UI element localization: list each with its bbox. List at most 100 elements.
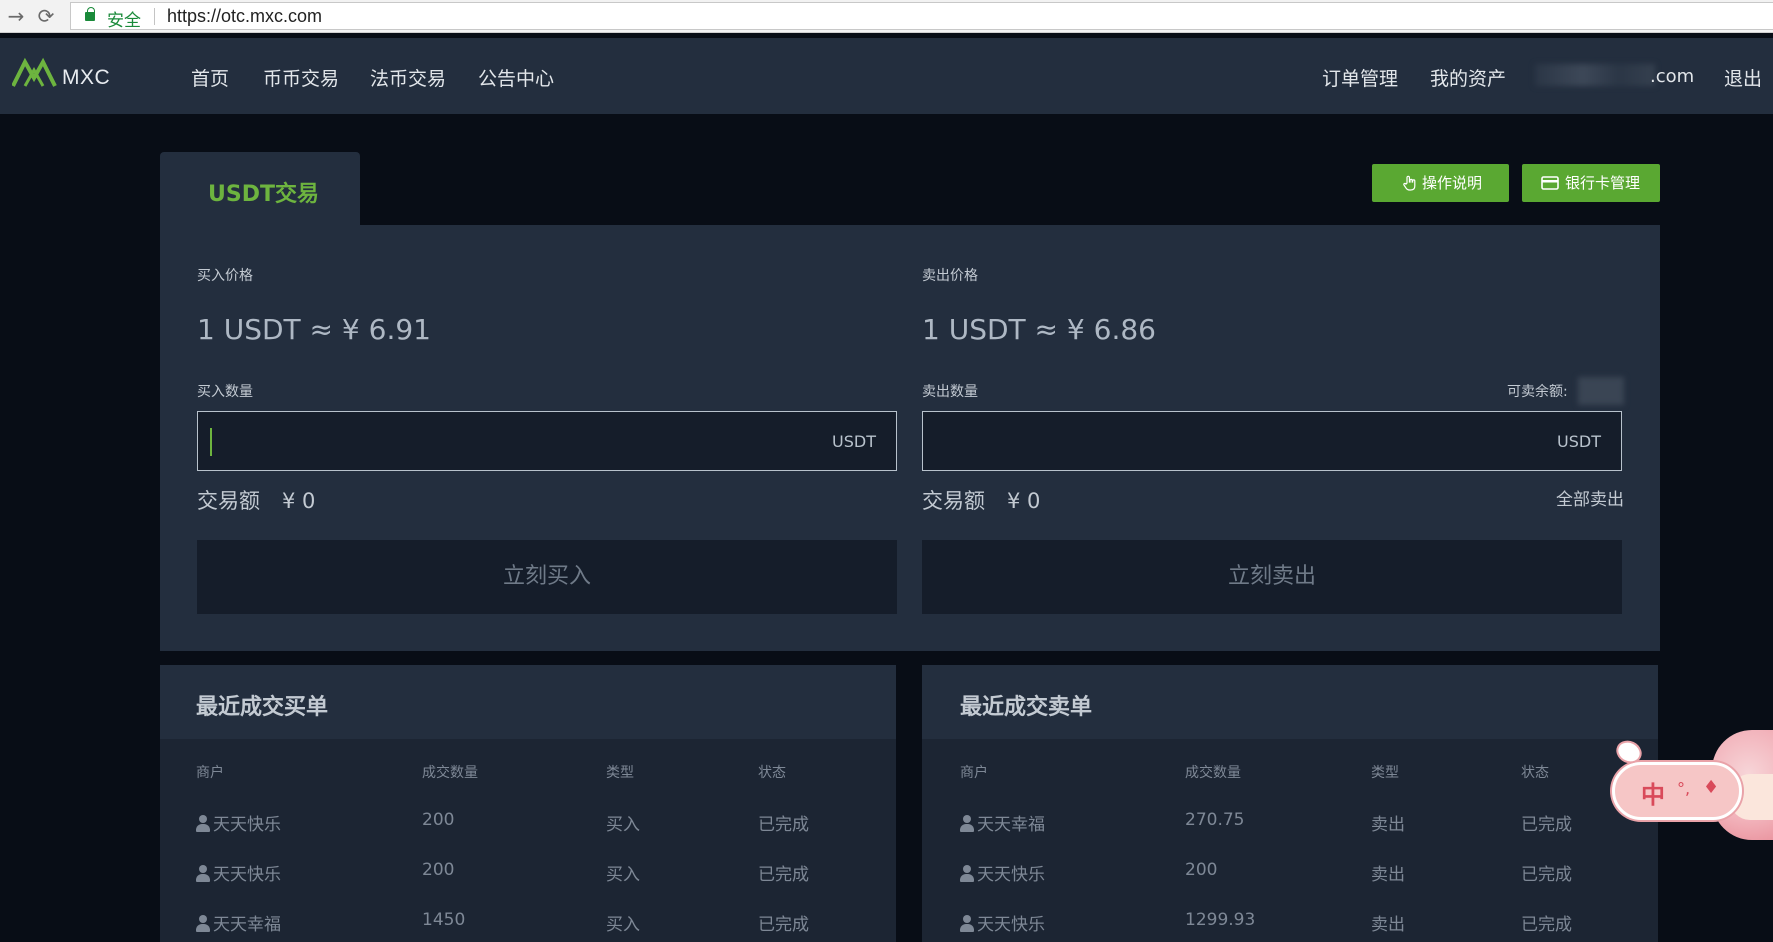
sell-price-value: 1 USDT ≈ ¥ 6.86	[922, 313, 1156, 346]
table-row: 天天快乐 200 卖出 已完成	[922, 860, 1658, 910]
status-cell: 已完成	[1521, 815, 1572, 835]
buy-qty-input[interactable]: USDT	[197, 411, 897, 471]
help-button[interactable]: 操作说明	[1372, 164, 1509, 202]
buy-qty-label: 买入数量	[197, 384, 253, 400]
address-bar[interactable]: 安全 https://otc.mxc.com	[70, 2, 1773, 31]
sell-qty-label: 卖出数量	[922, 384, 978, 400]
recent-buy-table: 商户 成交数量 类型 状态 天天快乐 200 买入 已完成 天天快乐 200 买…	[160, 739, 896, 942]
arrow-left-icon[interactable]: →	[4, 4, 28, 28]
buy-amount-label: 交易额	[197, 489, 260, 513]
qty-cell: 200	[1185, 860, 1218, 880]
tab-usdt-trade-label: USDT交易	[208, 182, 319, 207]
type-cell: 买入	[606, 865, 640, 885]
status-cell: 已完成	[1521, 915, 1572, 935]
help-button-label: 操作说明	[1422, 174, 1483, 192]
table-row: 天天幸福 1450 买入 已完成	[160, 910, 896, 942]
nav-coin-trade[interactable]: 币币交易	[263, 64, 339, 91]
qty-cell: 200	[422, 860, 455, 880]
buy-amount-value: ¥ 0	[282, 489, 316, 513]
col-qty: 成交数量	[1185, 765, 1241, 781]
recent-sell-table: 商户 成交数量 类型 状态 天天幸福 270.75 卖出 已完成 天天快乐 20…	[922, 739, 1658, 942]
merchant-cell: 天天幸福	[960, 810, 1045, 835]
merchant-cell: 天天幸福	[196, 910, 281, 935]
col-status: 状态	[758, 765, 786, 781]
account-email-suffix[interactable]: .com	[1650, 66, 1694, 87]
status-cell: 已完成	[758, 815, 809, 835]
secure-label: 安全	[107, 11, 141, 31]
table-row: 天天幸福 270.75 卖出 已完成	[922, 810, 1658, 860]
recent-buy-panel: 最近成交买单 商户 成交数量 类型 状态 天天快乐 200 买入 已完成 天天快…	[160, 665, 896, 942]
user-icon	[960, 865, 974, 882]
buy-price-label: 买入价格	[197, 268, 253, 284]
recent-sell-panel: 最近成交卖单 商户 成交数量 类型 状态 天天幸福 270.75 卖出 已完成 …	[922, 665, 1658, 942]
account-email-redacted[interactable]	[1535, 64, 1655, 86]
table-row: 天天快乐 1299.93 卖出 已完成	[922, 910, 1658, 942]
ime-mode-char: 中	[1641, 781, 1665, 809]
buy-now-button[interactable]: 立刻买入	[197, 540, 897, 614]
status-cell: 已完成	[1521, 865, 1572, 885]
mountain-logo-icon	[12, 57, 57, 87]
qty-cell: 1450	[422, 910, 466, 930]
recent-sell-title: 最近成交卖单	[960, 695, 1093, 720]
user-icon	[960, 915, 974, 932]
nav-announcements[interactable]: 公告中心	[478, 64, 554, 91]
sell-balance-label: 可卖余额:	[1507, 384, 1568, 400]
sell-all-link[interactable]: 全部卖出	[1556, 485, 1624, 510]
nav-logout[interactable]: 退出	[1724, 64, 1762, 91]
buy-price-value: 1 USDT ≈ ¥ 6.91	[197, 313, 431, 346]
bank-card-button-label: 银行卡管理	[1565, 174, 1641, 192]
merchant-cell: 天天快乐	[196, 860, 281, 885]
nav-fiat-trade[interactable]: 法币交易	[370, 64, 446, 91]
buy-amount: 交易额 ¥ 0	[197, 485, 315, 515]
col-merchant: 商户	[960, 765, 988, 781]
logo-text: MXC	[62, 66, 111, 89]
sell-amount-label: 交易额	[922, 489, 985, 513]
nav-orders[interactable]: 订单管理	[1322, 64, 1398, 91]
ime-punctuation: °,	[1677, 779, 1691, 798]
text-caret	[210, 428, 212, 456]
status-cell: 已完成	[758, 915, 809, 935]
site-header: MXC 首页 币币交易 法币交易 公告中心 订单管理 我的资产 .com 退出	[0, 38, 1773, 114]
nav-home[interactable]: 首页	[191, 64, 229, 91]
ime-skin-icon: ♦	[1703, 777, 1720, 798]
col-merchant: 商户	[196, 765, 224, 781]
table-row: 天天快乐 200 买入 已完成	[160, 860, 896, 910]
table-row: 天天快乐 200 买入 已完成	[160, 810, 896, 860]
buy-qty-unit: USDT	[832, 432, 876, 451]
trade-panel: 买入价格 1 USDT ≈ ¥ 6.91 买入数量 USDT 交易额 ¥ 0 立刻…	[160, 225, 1660, 651]
col-type: 类型	[606, 765, 634, 781]
type-cell: 买入	[606, 815, 640, 835]
type-cell: 卖出	[1371, 915, 1405, 935]
site-logo[interactable]: MXC	[12, 56, 112, 96]
sell-qty-input[interactable]: USDT	[922, 411, 1622, 471]
user-icon	[960, 815, 974, 832]
url-text[interactable]: https://otc.mxc.com	[167, 6, 322, 27]
merchant-cell: 天天快乐	[960, 910, 1045, 935]
col-qty: 成交数量	[422, 765, 478, 781]
sell-amount-value: ¥ 0	[1007, 489, 1041, 513]
merchant-cell: 天天快乐	[960, 860, 1045, 885]
status-cell: 已完成	[758, 865, 809, 885]
user-icon	[196, 915, 210, 932]
merchant-cell: 天天快乐	[196, 810, 281, 835]
tab-usdt-trade[interactable]: USDT交易	[160, 152, 360, 226]
recent-buy-title: 最近成交买单	[196, 695, 329, 720]
qty-cell: 1299.93	[1185, 910, 1256, 930]
credit-card-icon	[1541, 176, 1559, 190]
hand-pointer-icon	[1403, 175, 1416, 191]
nav-assets[interactable]: 我的资产	[1430, 64, 1506, 91]
sell-price-label: 卖出价格	[922, 268, 978, 284]
ime-status-bubble[interactable]: 中 °, ♦	[1612, 762, 1742, 820]
reload-icon[interactable]: ⟳	[34, 4, 58, 28]
type-cell: 卖出	[1371, 865, 1405, 885]
ime-mascot-widget[interactable]: 中 °, ♦	[1612, 730, 1773, 842]
col-status: 状态	[1521, 765, 1549, 781]
qty-cell: 200	[422, 810, 455, 830]
bank-card-button[interactable]: 银行卡管理	[1522, 164, 1660, 202]
sell-qty-unit: USDT	[1557, 432, 1601, 451]
browser-toolbar: → ⟳ 安全 https://otc.mxc.com	[0, 0, 1773, 33]
sell-now-button[interactable]: 立刻卖出	[922, 540, 1622, 614]
type-cell: 买入	[606, 915, 640, 935]
sell-balance-redacted	[1578, 377, 1624, 405]
user-icon	[196, 815, 210, 832]
